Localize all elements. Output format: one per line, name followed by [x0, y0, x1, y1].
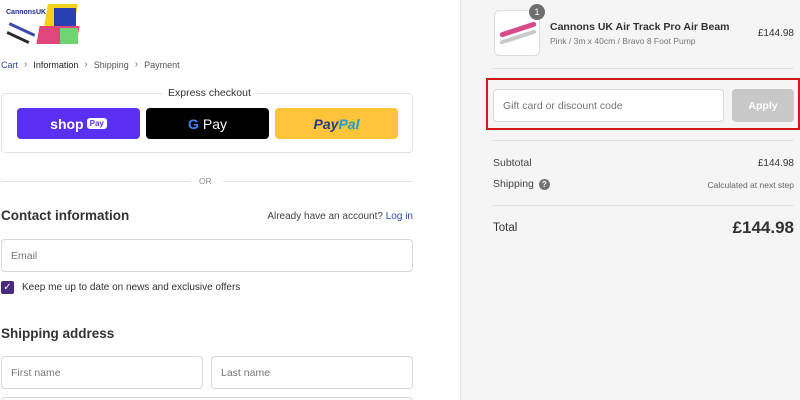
summary-divider: [493, 205, 794, 206]
divider-line: [223, 181, 413, 182]
login-link[interactable]: Log in: [386, 211, 413, 222]
first-name-field[interactable]: First name: [1, 356, 203, 389]
breadcrumb: Cart › Information › Shipping › Payment: [1, 59, 180, 70]
discount-code-input[interactable]: Gift card or discount code: [493, 89, 724, 122]
store-logo[interactable]: CannonsUK: [2, 2, 80, 46]
summary-divider: [493, 68, 794, 69]
breadcrumb-payment: Payment: [144, 59, 180, 70]
shop-pay-logo: shop: [50, 115, 84, 132]
paypal-button[interactable]: Pay Pal: [275, 108, 398, 139]
express-checkout-title: Express checkout: [162, 87, 257, 99]
subtotal-value: £144.98: [757, 158, 794, 169]
shipping-note: Calculated at next step: [707, 180, 794, 190]
or-label: OR: [199, 176, 212, 186]
quantity-badge: 1: [529, 4, 545, 20]
account-prompt: Already have an account? Log in: [267, 211, 413, 222]
shipping-label: Shipping: [493, 178, 534, 190]
apply-button[interactable]: Apply: [732, 89, 794, 122]
product-variant: Pink / 3m x 40cm / Bravo 8 Foot Pump: [550, 36, 696, 46]
last-name-field[interactable]: Last name: [211, 356, 413, 389]
total-label: Total: [493, 222, 518, 234]
chevron-right-icon: ›: [84, 59, 88, 70]
contact-heading: Contact information: [1, 208, 130, 223]
chevron-right-icon: ›: [24, 59, 28, 70]
product-price: £144.98: [757, 28, 794, 39]
chevron-right-icon: ›: [134, 59, 139, 70]
divider-line: [1, 181, 191, 182]
email-field[interactable]: Email: [1, 239, 413, 272]
account-prompt-text: Already have an account?: [267, 211, 383, 222]
order-summary: 1 Cannons UK Air Track Pro Air Beam Pink…: [460, 0, 800, 400]
express-checkout: Express checkout shop Pay G Pay Pay Pal: [1, 87, 413, 153]
shop-pay-pill: Pay: [86, 118, 107, 129]
paypal-logo-pal: Pal: [338, 115, 360, 132]
summary-divider: [493, 140, 794, 141]
help-icon[interactable]: ?: [538, 178, 550, 190]
newsletter-label: Keep me up to date on news and exclusive…: [22, 282, 241, 293]
google-pay-label: Pay: [202, 115, 227, 132]
breadcrumb-information: Information: [33, 59, 79, 70]
logo-text: CannonsUK: [6, 9, 47, 16]
checkout-main: CannonsUK Cart › Information › Shipping …: [0, 0, 460, 400]
shipping-label-row: Shipping?: [493, 178, 550, 190]
subtotal-label: Subtotal: [493, 157, 532, 169]
newsletter-checkbox[interactable]: ✓: [1, 281, 14, 294]
breadcrumb-cart[interactable]: Cart: [1, 60, 18, 70]
or-divider: OR: [1, 176, 413, 186]
product-name: Cannons UK Air Track Pro Air Beam: [550, 21, 730, 33]
shipping-heading: Shipping address: [1, 326, 115, 341]
total-value: £144.98: [732, 218, 794, 237]
shop-pay-button[interactable]: shop Pay: [17, 108, 140, 139]
newsletter-option[interactable]: ✓ Keep me up to date on news and exclusi…: [1, 281, 240, 294]
breadcrumb-shipping: Shipping: [93, 59, 129, 70]
google-g-icon: G: [187, 115, 199, 132]
google-pay-button[interactable]: G Pay: [146, 108, 269, 139]
paypal-logo-pay: Pay: [313, 115, 339, 132]
